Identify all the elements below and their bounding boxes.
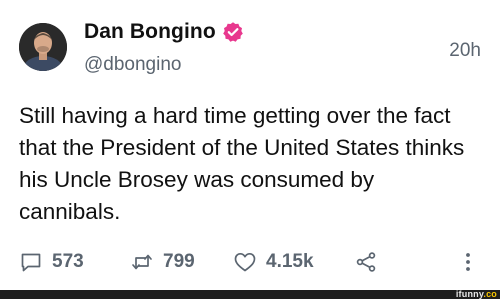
reply-icon — [21, 253, 41, 272]
like-button[interactable]: 4.15k — [233, 250, 314, 274]
tweet-text: Still having a hard time getting over th… — [19, 103, 465, 224]
reply-button[interactable]: 573 — [19, 250, 84, 274]
retweet-count: 799 — [163, 251, 195, 272]
tweet-timestamp[interactable]: 20h — [449, 40, 481, 62]
share-button[interactable] — [354, 250, 378, 274]
heart-icon — [234, 252, 256, 272]
verified-badge-icon — [222, 21, 244, 43]
watermark-suffix: .co — [483, 289, 497, 299]
author-handle[interactable]: @dbongino — [84, 54, 181, 76]
avatar[interactable] — [19, 23, 67, 71]
ifunny-watermark: ifunny.co — [456, 289, 497, 299]
more-vertical-icon — [466, 253, 470, 271]
watermark-text: ifunny — [455, 289, 484, 299]
tweet-actions: 573 799 4.15k — [19, 250, 481, 278]
more-options-button[interactable] — [456, 250, 480, 274]
avatar-photo — [19, 23, 67, 71]
share-icon — [356, 252, 376, 272]
retweet-button[interactable]: 799 — [130, 250, 195, 274]
reply-count: 573 — [52, 251, 84, 272]
watermark-bar — [0, 290, 500, 299]
like-count: 4.15k — [266, 251, 314, 272]
author-name-row[interactable]: Dan Bongino — [84, 20, 244, 44]
author-display-name[interactable]: Dan Bongino — [84, 20, 216, 44]
retweet-icon — [132, 254, 152, 270]
